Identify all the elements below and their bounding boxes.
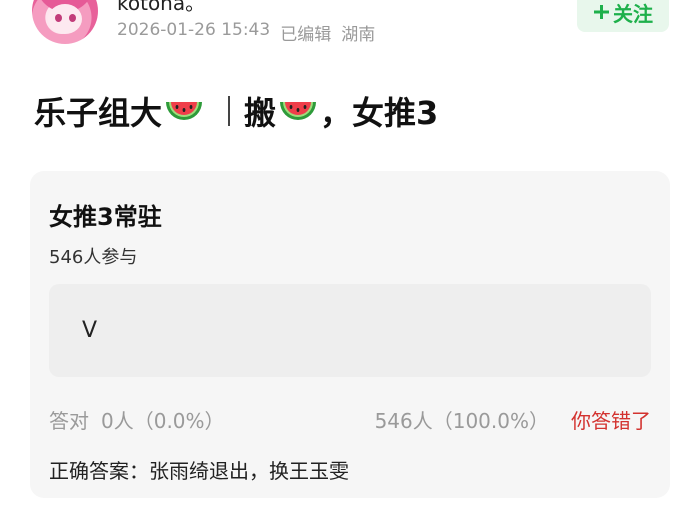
option-count: 546人（100.0%） <box>374 409 549 433</box>
post-title-part2: 搬 <box>244 94 277 132</box>
watermelon-emoji-icon <box>166 102 203 120</box>
correct-stat: 答对 0人（0.0%） <box>49 405 225 434</box>
post-date: 2026-01-26 15:43 <box>117 20 271 40</box>
watermelon-emoji-icon <box>280 102 317 120</box>
author-name[interactable]: kotona。 <box>117 0 205 16</box>
poll-title: 女推3常驻 <box>49 203 162 231</box>
post-title-part1: 乐子组大 <box>34 94 163 132</box>
correct-label: 答对 <box>49 409 89 433</box>
poll-option[interactable]: V <box>49 284 651 377</box>
option-stat: 546人（100.0%） 你答错了 <box>375 405 651 434</box>
follow-button[interactable]: 关注 <box>577 0 669 32</box>
avatar-face <box>48 4 82 34</box>
post-title: 乐子组大 搬 ，女推3 <box>34 88 438 134</box>
avatar-eye-right <box>69 14 76 22</box>
avatar-eye-left <box>55 14 62 22</box>
poll-participants: 546人参与 <box>49 247 138 268</box>
correct-answer: 正确答案：张雨绮退出，换王玉雯 <box>49 459 349 483</box>
post-meta: 2026-01-26 15:43 已编辑 湖南 <box>117 20 375 45</box>
correct-count: 0人（0.0%） <box>101 409 225 433</box>
poll-option-label: V <box>82 318 98 343</box>
edited-label: 已编辑 <box>280 25 332 45</box>
wrong-answer-label: 你答错了 <box>571 409 651 433</box>
poll-card: 女推3常驻 546人参与 V 答对 0人（0.0%） 546人（100.0%） … <box>30 171 670 498</box>
post-title-part3: ，女推3 <box>320 94 439 132</box>
post-location: 湖南 <box>341 25 376 45</box>
plus-icon <box>594 5 609 19</box>
author-avatar[interactable] <box>32 0 98 44</box>
title-separator <box>228 96 231 126</box>
follow-label: 关注 <box>613 1 653 26</box>
